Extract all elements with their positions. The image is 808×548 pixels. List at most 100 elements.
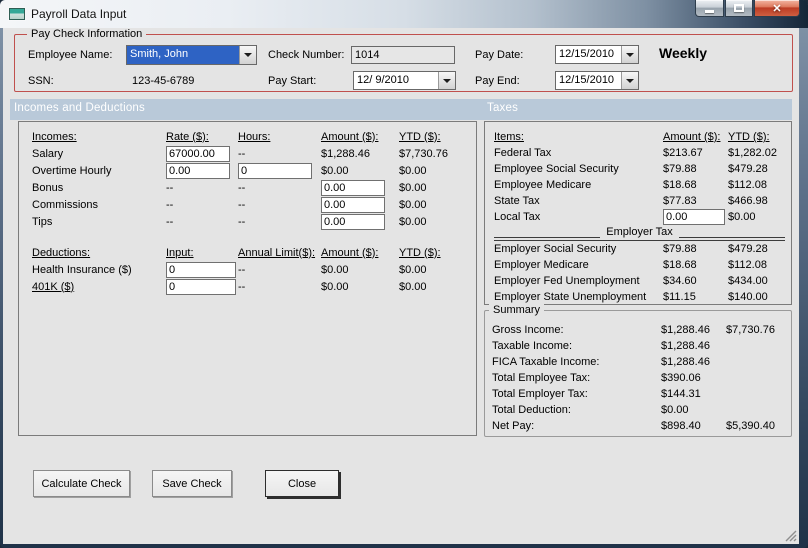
income-label: Salary — [32, 147, 64, 160]
deduction-label: Health Insurance ($) — [32, 263, 132, 276]
table-row: Employee Medicare $18.68 $112.08 — [485, 177, 791, 193]
tax-label: Employer Social Security — [494, 243, 617, 255]
close-window-button[interactable]: ✕ — [754, 0, 800, 17]
deduction-limit: -- — [238, 280, 246, 293]
tax-amount: $213.67 — [663, 147, 703, 159]
payroll-window: Payroll Data Input ✕ Pay Check Informati… — [0, 0, 808, 548]
bonus-amount-input[interactable] — [321, 179, 385, 196]
deduction-amount: $0.00 — [321, 263, 349, 276]
tax-ytd: $112.08 — [728, 179, 767, 191]
table-row: Total Deduction: $0.00 — [485, 402, 791, 418]
tax-label: Employer Medicare — [494, 259, 589, 271]
income-label: Bonus — [32, 181, 64, 194]
amount-col-header: Amount ($): — [321, 246, 379, 259]
chevron-down-icon — [443, 78, 451, 83]
income-hours: -- — [238, 181, 246, 194]
summary-amount: $898.40 — [661, 420, 701, 432]
divider-line — [494, 236, 601, 238]
incomes-table: Incomes: Rate ($): Hours: Amount ($): YT… — [19, 128, 476, 230]
table-row: Employer Social Security $79.88 $479.28 — [485, 241, 791, 257]
employee-name-combobox[interactable]: Smith, John — [126, 45, 257, 65]
table-row: Net Pay: $898.40 $5,390.40 — [485, 418, 791, 434]
income-ytd: $0.00 — [399, 198, 427, 211]
deduction-limit: -- — [238, 263, 246, 276]
income-ytd: $0.00 — [399, 181, 427, 194]
tax-ytd: $0.00 — [728, 211, 756, 223]
income-hours: -- — [238, 215, 246, 228]
pay-start-dropdown-button[interactable] — [438, 72, 455, 89]
pay-start-picker[interactable]: 12/ 9/2010 — [353, 71, 456, 90]
summary-label: Total Employer Tax: — [492, 388, 588, 400]
health-insurance-input[interactable] — [166, 261, 236, 278]
401k-input[interactable] — [166, 278, 236, 295]
income-hours: -- — [238, 198, 246, 211]
employee-name-value: Smith, John — [127, 46, 239, 64]
overtime-rate-input[interactable] — [166, 162, 230, 179]
table-row: FICA Taxable Income: $1,288.46 — [485, 354, 791, 370]
deduction-amount: $0.00 — [321, 280, 349, 293]
chevron-down-icon — [626, 52, 634, 57]
commissions-amount-input[interactable] — [321, 196, 385, 213]
pay-date-picker[interactable]: 12/15/2010 — [555, 45, 639, 64]
tax-label: Local Tax — [494, 211, 541, 223]
table-row: Tips -- -- $0.00 — [19, 213, 476, 230]
titlebar[interactable]: Payroll Data Input ✕ — [0, 0, 808, 28]
deductions-table: Deductions: Input: Annual Limit($): Amou… — [19, 244, 476, 295]
deductions-header-row: Deductions: Input: Annual Limit($): Amou… — [19, 244, 476, 261]
pay-date-dropdown-button[interactable] — [621, 46, 638, 63]
table-row: Overtime Hourly $0.00 $0.00 — [19, 162, 476, 179]
minimize-icon — [705, 9, 714, 13]
salary-rate-input[interactable] — [166, 145, 230, 162]
pay-end-picker[interactable]: 12/15/2010 — [555, 71, 639, 90]
hours-col-header: Hours: — [238, 130, 271, 143]
table-row: Employer State Unemployment $11.15 $140.… — [485, 289, 791, 305]
maximize-icon — [734, 4, 744, 12]
tax-amount: $79.88 — [663, 243, 697, 255]
divider-line — [678, 236, 785, 238]
annual-limit-col-header: Annual Limit($): — [238, 246, 316, 259]
table-row: Salary -- $1,288.46 $7,730.76 — [19, 145, 476, 162]
client-area: Pay Check Information Employee Name: Smi… — [3, 28, 799, 544]
tax-ytd: $466.98 — [728, 195, 768, 207]
deductions-col-header: Deductions: — [32, 246, 91, 259]
table-row: Taxable Income: $1,288.46 — [485, 338, 791, 354]
summary-label: Total Employee Tax: — [492, 372, 591, 384]
tips-amount-input[interactable] — [321, 213, 385, 230]
summary-amount: $1,288.46 — [661, 340, 710, 352]
income-label: Commissions — [32, 198, 99, 211]
summary-label: Taxable Income: — [492, 340, 573, 352]
pay-end-dropdown-button[interactable] — [621, 72, 638, 89]
close-button[interactable]: Close — [265, 470, 339, 497]
table-row: Local Tax $0.00 — [485, 209, 791, 225]
calculate-check-button[interactable]: Calculate Check — [33, 470, 130, 497]
minimize-button[interactable] — [695, 0, 724, 17]
maximize-button[interactable] — [725, 0, 753, 17]
summary-amount: $390.06 — [661, 372, 701, 384]
table-row: Employee Social Security $79.88 $479.28 — [485, 161, 791, 177]
amount-col-header: Amount ($): — [321, 130, 379, 143]
window-title: Payroll Data Input — [31, 7, 127, 21]
tax-ytd: $434.00 — [728, 275, 768, 287]
employer-tax-divider: Employer Tax — [494, 226, 791, 241]
amount-col-header: Amount ($): — [663, 131, 721, 143]
income-label: Overtime Hourly — [32, 164, 112, 177]
local-tax-input[interactable] — [663, 209, 725, 225]
ytd-col-header: YTD ($): — [728, 131, 770, 143]
employer-tax-divider-row: Employer Tax — [485, 225, 791, 241]
employer-tax-header: Employer Tax — [606, 225, 673, 238]
employee-name-dropdown-button[interactable] — [239, 46, 256, 64]
save-check-button[interactable]: Save Check — [152, 470, 232, 497]
summary-group-label: Summary — [489, 304, 545, 316]
income-rate: -- — [166, 198, 174, 211]
taxes-table: Items: Amount ($): YTD ($): Federal Tax … — [485, 129, 791, 305]
tax-amount: $18.68 — [663, 259, 697, 271]
pay-date-label: Pay Date: — [475, 49, 524, 61]
overtime-hours-input[interactable] — [238, 162, 312, 179]
check-number-field[interactable] — [351, 46, 455, 64]
summary-amount: $1,288.46 — [661, 324, 710, 336]
rate-col-header: Rate ($): — [166, 130, 209, 143]
resize-grip-icon[interactable] — [784, 529, 797, 542]
tax-ytd: $1,282.02 — [728, 147, 777, 159]
summary-ytd: $5,390.40 — [726, 420, 775, 432]
form-icon — [9, 8, 25, 20]
